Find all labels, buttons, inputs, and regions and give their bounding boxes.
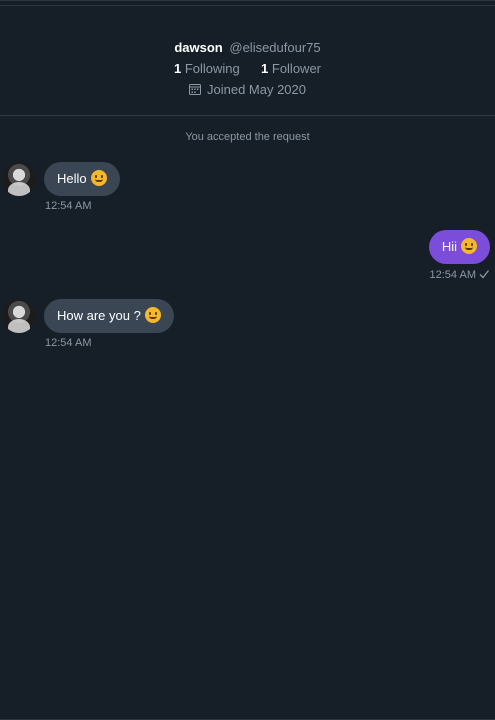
message-timestamp: 12:54 AM xyxy=(45,337,92,349)
message-text: Hello xyxy=(57,171,87,186)
follower-count: 1 xyxy=(261,61,269,76)
kissing-face-emoji-icon xyxy=(461,238,477,254)
profile-handle[interactable]: @elisedufour75 xyxy=(229,40,320,55)
message-text: How are you ? xyxy=(57,308,141,323)
check-icon xyxy=(479,270,489,279)
smiling-face-emoji-icon xyxy=(144,307,161,323)
message-bubble-incoming[interactable]: Hello xyxy=(44,162,120,196)
calendar-icon xyxy=(188,84,201,95)
top-border xyxy=(0,5,495,6)
follower-link[interactable]: 1 Follower xyxy=(261,61,321,76)
following-link[interactable]: 1 Following xyxy=(174,61,243,76)
message-bubble-incoming[interactable]: How are you ? xyxy=(44,299,174,333)
header-divider xyxy=(0,115,495,116)
message-timestamp: 12:54 AM xyxy=(429,269,476,281)
avatar[interactable] xyxy=(2,162,36,196)
message-timestamp: 12:54 AM xyxy=(45,200,92,212)
joined-label: Joined May 2020 xyxy=(206,82,306,97)
message-status: 12:54 AM xyxy=(430,269,489,281)
following-label: Following xyxy=(184,61,240,76)
following-count: 1 xyxy=(173,61,182,76)
dm-conversation: dawson @elisedufour75 1 Following 1 Foll… xyxy=(0,0,495,720)
follower-label: Follower xyxy=(271,61,321,76)
message-text: Hii xyxy=(441,239,457,254)
request-accepted-note: You accepted the request xyxy=(185,131,310,143)
joined-date: Joined May 2020 xyxy=(0,81,495,99)
profile-name[interactable]: dawson xyxy=(174,40,222,55)
message-bubble-outgoing[interactable]: Hii xyxy=(428,230,490,264)
profile-name-row[interactable]: dawson @elisedufour75 xyxy=(0,39,495,57)
avatar[interactable] xyxy=(2,299,36,333)
profile-header: dawson @elisedufour75 1 Following 1 Foll… xyxy=(0,39,495,99)
follow-stats: 1 Following 1 Follower xyxy=(0,60,495,78)
hugging-face-emoji-icon xyxy=(90,170,107,186)
